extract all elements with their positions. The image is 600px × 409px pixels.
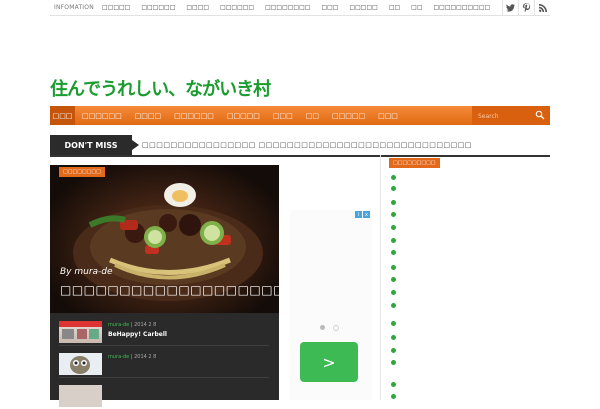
top-menu-item[interactable]: □□□□	[186, 4, 209, 11]
site-logo[interactable]: 住んでうれしい、ながいき村	[50, 75, 271, 101]
post-author[interactable]: mura-de	[108, 322, 129, 328]
nav-items: □□□□□□ □□□□ □□□□□□ □□□□□ □□□ □□ □□□□□ □□…	[82, 112, 398, 120]
info-label: INFOMATION	[54, 4, 94, 11]
sidebar-heading: □□□□□□□□□	[389, 158, 440, 168]
list-bullet	[391, 290, 396, 295]
post-author[interactable]: mura-de	[108, 354, 129, 360]
list-bullet	[391, 303, 396, 308]
featured-image[interactable]: □□□□□□□□ By mura-de □□□□□□□□□□□□□□□□□□□□…	[50, 165, 279, 313]
list-bullet	[391, 335, 396, 340]
nav-item[interactable]: □□□□	[135, 112, 161, 120]
top-menu-item[interactable]: □□□□□□	[141, 4, 175, 11]
search-input[interactable]	[476, 110, 535, 122]
search-icon[interactable]	[535, 110, 545, 120]
top-menu-item[interactable]: □□□	[321, 4, 338, 11]
top-menu-item[interactable]: □□□□□□□□□□	[434, 4, 491, 11]
list-bullet	[391, 175, 396, 180]
ticker-headline[interactable]: □□□□□□□□□□□□□□□□ □□□□□□□□□□□□□□□□□□□□□□□…	[142, 141, 472, 149]
nav-item[interactable]: □□□□□□	[82, 112, 122, 120]
nav-item[interactable]: □□□	[273, 112, 293, 120]
nav-item[interactable]: □□□	[378, 112, 398, 120]
post-byline: By mura-de	[60, 267, 113, 277]
dont-miss-label: DON'T MISS	[50, 135, 139, 155]
ad-info-icon[interactable]: i	[355, 211, 362, 218]
sidebar: □□□□□□□□□	[380, 155, 551, 400]
post-thumbnail[interactable]	[59, 321, 102, 343]
list-bullet	[391, 360, 396, 365]
nav-item[interactable]: □□□□□□	[174, 112, 214, 120]
top-menu-item[interactable]: □□□□□	[349, 4, 377, 11]
top-menu-item[interactable]: □□□□□□□□	[265, 4, 310, 11]
category-tag[interactable]: □□□□□□□□	[59, 167, 105, 177]
social-links	[502, 0, 550, 15]
top-menu-item[interactable]: □□□□□	[102, 4, 130, 11]
top-menu-item[interactable]: □□□□□□	[220, 4, 254, 11]
post-thumbnail[interactable]	[59, 353, 102, 375]
list-item[interactable]: mura-de | 2014 2 8 BeHappy! Carbell	[59, 313, 269, 346]
top-menu: □□□□□ □□□□□□ □□□□ □□□□□□ □□□□□□□□ □□□ □□…	[102, 4, 490, 11]
nav-search	[472, 106, 550, 125]
top-menu-item[interactable]: □□	[411, 4, 422, 11]
list-bullet	[391, 238, 396, 243]
dont-miss-bar: DON'T MISS □□□□□□□□□□□□□□□□ □□□□□□□□□□□□…	[50, 135, 550, 157]
featured-post: □□□□□□□□ By mura-de □□□□□□□□□□□□□□□□□□□□…	[50, 165, 279, 407]
list-bullet	[391, 348, 396, 353]
list-bullet	[391, 250, 396, 255]
post-date: 2014 2 8	[134, 354, 157, 360]
top-bar: INFOMATION □□□□□ □□□□□□ □□□□ □□□□□□ □□□□…	[50, 0, 550, 16]
list-bullet	[391, 321, 396, 326]
ad-badges: i x	[355, 211, 370, 218]
nav-item[interactable]: □□□□□	[332, 112, 365, 120]
ad-slot[interactable]: i x >	[290, 210, 372, 400]
list-bullet	[391, 212, 396, 217]
list-bullet	[391, 382, 396, 387]
nav-home[interactable]: □□□	[50, 106, 75, 125]
list-bullet	[391, 277, 396, 282]
nav-item[interactable]: □□□□□	[227, 112, 260, 120]
twitter-icon[interactable]	[502, 0, 518, 15]
ad-close-icon[interactable]: x	[363, 211, 370, 218]
carousel-dot[interactable]	[320, 325, 325, 330]
rss-icon[interactable]	[534, 0, 550, 15]
post-title[interactable]: BeHappy! Carbell	[108, 331, 167, 338]
featured-title[interactable]: □□□□□□□□□□□□□□□□□□□□□□□□□□□□	[60, 283, 279, 297]
nav-item[interactable]: □□	[306, 112, 319, 120]
list-bullet	[391, 265, 396, 270]
post-date: 2014 2 8	[134, 322, 157, 328]
list-bullet	[391, 394, 396, 399]
carousel-dot[interactable]	[333, 325, 339, 331]
carousel-dots	[320, 325, 339, 331]
list-bullet	[391, 225, 396, 230]
list-item[interactable]	[59, 377, 269, 409]
post-meta: mura-de | 2014 2 8	[108, 322, 157, 328]
post-meta: mura-de | 2014 2 8	[108, 354, 157, 360]
main-nav: □□□ □□□□□□ □□□□ □□□□□□ □□□□□ □□□ □□ □□□□…	[50, 106, 550, 125]
ad-next-button[interactable]: >	[300, 342, 358, 382]
list-bullet	[391, 200, 396, 205]
post-thumbnail[interactable]	[59, 385, 102, 407]
list-bullet	[391, 186, 396, 191]
top-menu-item[interactable]: □□	[389, 4, 400, 11]
pinterest-icon[interactable]	[518, 0, 534, 15]
list-item[interactable]: mura-de | 2014 2 8	[59, 345, 269, 378]
